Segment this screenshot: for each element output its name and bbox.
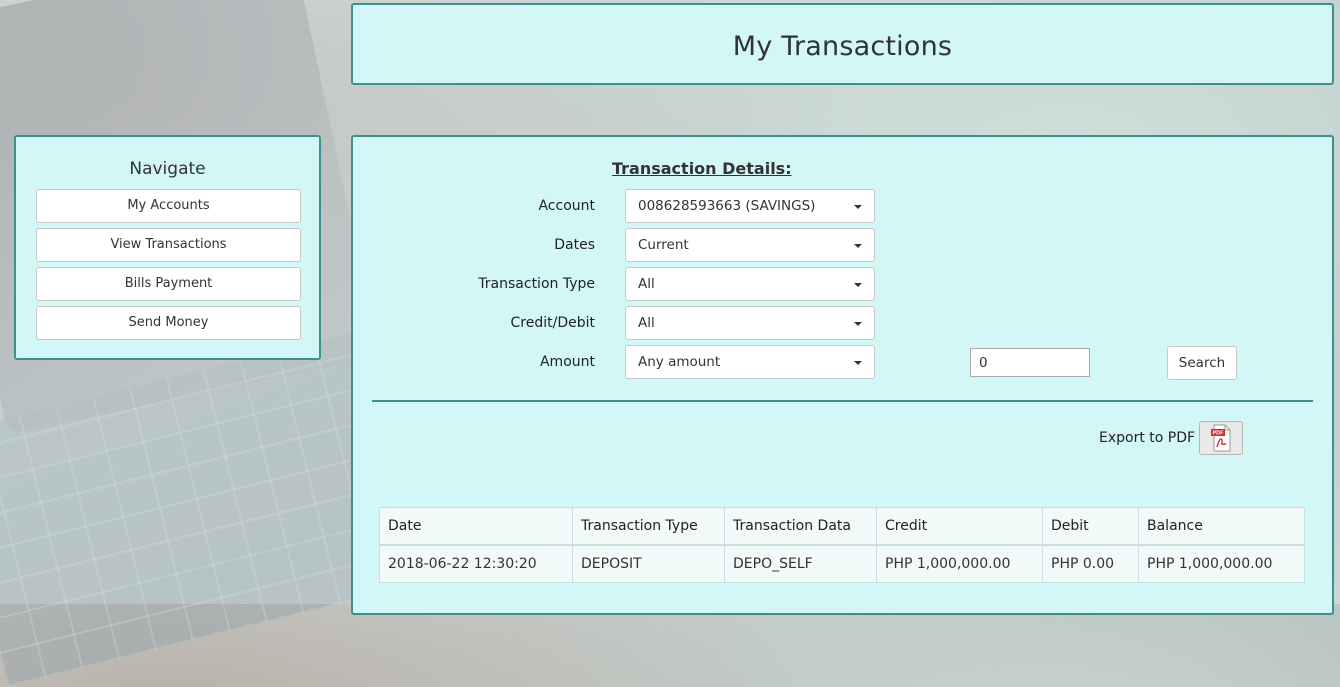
section-title: Transaction Details: [612,159,792,178]
credit-debit-select[interactable]: All [625,306,875,340]
cell-balance: PHP 1,000,000.00 [1138,544,1305,583]
amount-select[interactable]: Any amount [625,345,875,379]
pdf-icon: PDF [1211,424,1231,452]
page-title: My Transactions [732,31,953,62]
transaction-type-label: Transaction Type [478,276,595,292]
svg-text:PDF: PDF [1213,431,1225,437]
nav-title: Navigate [129,159,206,179]
account-label: Account [538,198,595,214]
amount-input[interactable] [970,348,1090,377]
cell-credit: PHP 1,000,000.00 [876,544,1043,583]
export-pdf-button[interactable]: PDF [1199,421,1243,455]
caret-down-icon [854,322,862,326]
cell-transaction-data: DEPO_SELF [724,544,877,583]
nav-bills-payment-button[interactable]: Bills Payment [36,267,301,301]
nav-view-transactions-button[interactable]: View Transactions [36,228,301,262]
column-header-credit: Credit [876,507,1043,546]
transactions-table: Date Transaction Type Transaction Data C… [379,507,1305,583]
nav-my-accounts-button[interactable]: My Accounts [36,189,301,223]
nav-send-money-button[interactable]: Send Money [36,306,301,340]
dates-select[interactable]: Current [625,228,875,262]
dates-select-value: Current [638,237,689,253]
column-header-debit: Debit [1042,507,1139,546]
column-header-balance: Balance [1138,507,1305,546]
caret-down-icon [854,205,862,209]
column-header-date: Date [379,507,573,546]
transaction-type-select-value: All [638,276,655,292]
table-row: 2018-06-22 12:30:20 DEPOSIT DEPO_SELF PH… [379,544,1305,583]
search-button[interactable]: Search [1167,346,1237,380]
header-panel: My Transactions [351,3,1334,85]
amount-select-value: Any amount [638,354,721,370]
amount-label: Amount [539,354,595,370]
caret-down-icon [854,361,862,365]
navigation-panel: Navigate My Accounts View Transactions B… [14,135,321,360]
cell-transaction-type: DEPOSIT [572,544,725,583]
column-header-transaction-data: Transaction Data [724,507,877,546]
caret-down-icon [854,244,862,248]
credit-debit-select-value: All [638,315,655,331]
export-to-pdf-label: Export to PDF [1099,430,1196,446]
account-select[interactable]: 008628593663 (SAVINGS) [625,189,875,223]
table-header-row: Date Transaction Type Transaction Data C… [379,507,1305,546]
column-header-transaction-type: Transaction Type [572,507,725,546]
transaction-details-panel: Transaction Details: Account 00862859366… [351,135,1334,615]
transaction-type-select[interactable]: All [625,267,875,301]
cell-debit: PHP 0.00 [1042,544,1139,583]
section-divider [372,400,1313,402]
caret-down-icon [854,283,862,287]
dates-label: Dates [554,237,595,253]
cell-date: 2018-06-22 12:30:20 [379,544,573,583]
account-select-value: 008628593663 (SAVINGS) [638,198,816,214]
credit-debit-label: Credit/Debit [510,315,595,331]
